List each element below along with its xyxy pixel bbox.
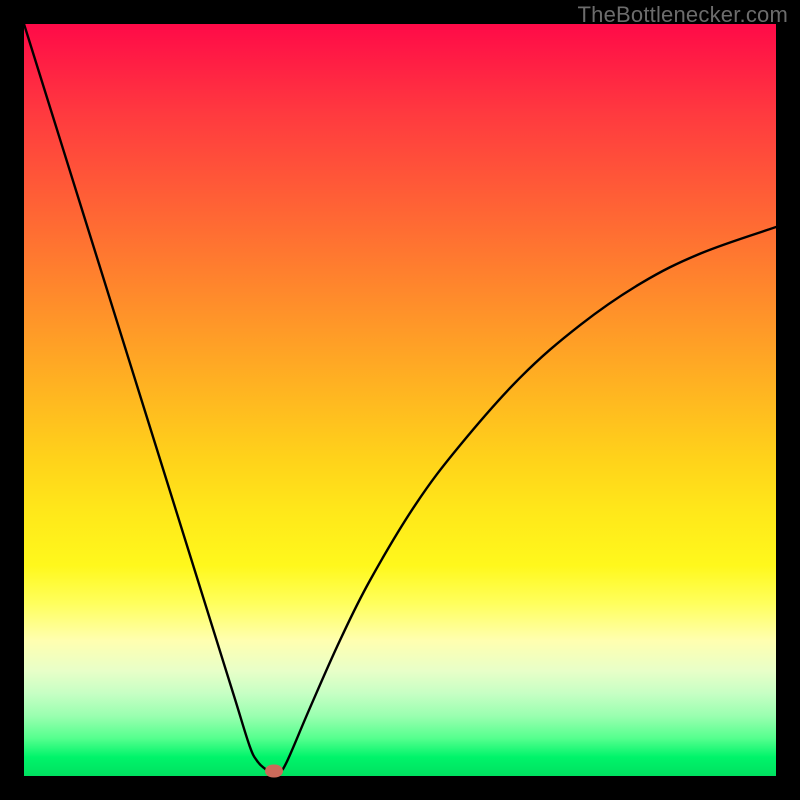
watermark-text: TheBottlenecker.com: [578, 2, 788, 28]
chart-frame: TheBottlenecker.com: [0, 0, 800, 800]
plot-area: [24, 24, 776, 776]
bottleneck-curve: [24, 24, 776, 776]
optimal-point-marker: [265, 765, 283, 778]
